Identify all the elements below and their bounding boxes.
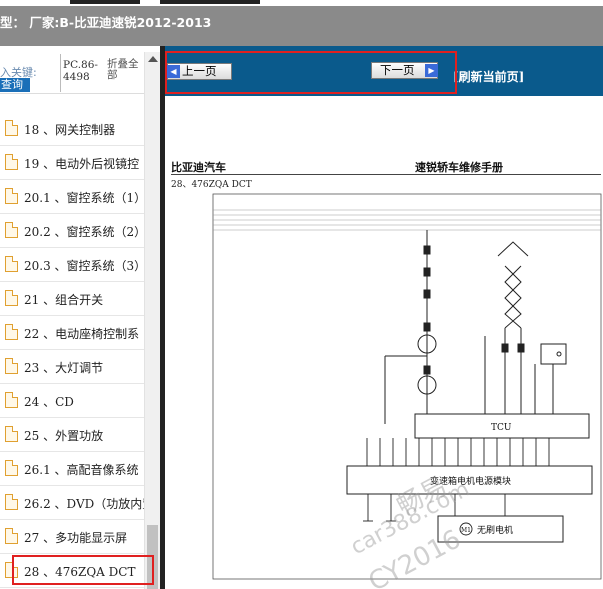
list-item-label: 26.2 、DVD（功放内置	[24, 497, 155, 511]
list-item[interactable]: 20.1 、窗控系统（1）	[0, 180, 147, 214]
document-icon	[5, 256, 18, 272]
list-item[interactable]: 24 、CD	[0, 384, 144, 418]
header-lines	[213, 209, 601, 231]
chapter-list: 18 、网关控制器 19 、电动外后视镜控 20.1 、窗控系统（1） 20.2…	[0, 112, 154, 588]
doc-header-rule	[171, 174, 601, 175]
list-item[interactable]: 20.3 、窗控系统（3）	[0, 248, 147, 282]
document-icon	[5, 358, 18, 374]
list-item[interactable]: 27 、多功能显示屏	[0, 520, 144, 554]
list-item-label: 20.2 、窗控系统（2）	[24, 225, 147, 239]
list-item[interactable]: 26.2 、DVD（功放内置	[0, 486, 154, 520]
doc-manual-title: 速锐轿车维修手册	[415, 161, 503, 174]
tcu-label: TCU	[491, 423, 512, 433]
list-item-label: 20.3 、窗控系统（3）	[24, 259, 147, 273]
title-bar: 型： 厂家:B-比亚迪速锐2012-2013	[0, 6, 603, 46]
document-icon	[5, 222, 18, 238]
document-icon	[5, 528, 18, 544]
speed-sensor	[534, 343, 567, 414]
list-item[interactable]: 20.2 、窗控系统（2）	[0, 214, 147, 248]
document-icon	[5, 392, 18, 408]
motor-label: 无刷电机	[477, 524, 513, 536]
fuse-chain	[384, 230, 437, 424]
list-item[interactable]: 25 、外置功放	[0, 418, 144, 452]
selected-item-highlight	[12, 555, 154, 585]
search-area: 入关键: 查询 PC.86-4498 折叠全部	[0, 46, 160, 94]
document-icon	[5, 290, 18, 306]
scroll-up-arrow-icon[interactable]	[148, 56, 158, 62]
list-item-label: 19 、电动外后视镜控	[24, 157, 140, 171]
list-item-label: 22 、电动座椅控制系	[24, 327, 140, 341]
document-icon	[5, 120, 18, 136]
doc-brand: 比亚迪汽车	[171, 161, 226, 174]
refresh-link[interactable]: [刷新当前页]	[453, 68, 524, 85]
content-pane: ◀ 上一页 下一页 ▶ [刷新当前页] 比亚迪汽车 速锐轿车维修手册 28、47…	[165, 46, 603, 589]
list-item[interactable]: 22 、电动座椅控制系	[0, 316, 144, 350]
list-item-label: 24 、CD	[24, 395, 74, 409]
list-item-label: 20.1 、窗控系统（1）	[24, 191, 147, 205]
document-icon	[5, 154, 18, 170]
list-item-label: 26.1 、高配音像系统	[24, 463, 139, 477]
connector-pins	[366, 438, 550, 466]
list-item-label: 25 、外置功放	[24, 429, 104, 443]
list-item[interactable]: 18 、网关控制器	[0, 112, 144, 146]
fold-all-link[interactable]: 折叠全部	[107, 59, 145, 81]
list-item-label: 21 、组合开关	[24, 293, 104, 307]
query-button[interactable]: 查询	[0, 78, 30, 92]
list-item[interactable]: 21 、组合开关	[0, 282, 144, 316]
document-icon	[5, 494, 18, 510]
manual-page: 比亚迪汽车 速锐轿车维修手册 28、476ZQA DCT TCU 变速箱电机电源…	[165, 96, 603, 589]
sidebar-scrollbar[interactable]	[144, 52, 160, 589]
list-item[interactable]: 19 、电动外后视镜控	[0, 146, 144, 180]
list-item-label: 27 、多功能显示屏	[24, 531, 128, 545]
sidebar: 入关键: 查询 PC.86-4498 折叠全部 18 、网关控制器 19 、电动…	[0, 46, 160, 589]
list-item[interactable]: 26.1 、高配音像系统	[0, 452, 144, 486]
motor-tag: M1	[461, 527, 471, 534]
nav-buttons-highlight	[165, 51, 457, 94]
document-icon	[5, 324, 18, 340]
document-icon	[5, 460, 18, 476]
document-icon	[5, 426, 18, 442]
twisted-pair	[484, 241, 529, 414]
list-item[interactable]: 23 、大灯调节	[0, 350, 144, 384]
document-icon	[5, 188, 18, 204]
title-text: 型： 厂家:B-比亚迪速锐2012-2013	[0, 15, 212, 30]
pc-label: PC.86-4498	[63, 59, 98, 83]
column-divider	[60, 54, 61, 92]
list-item-label: 18 、网关控制器	[24, 123, 116, 137]
list-item-label: 23 、大灯调节	[24, 361, 104, 375]
